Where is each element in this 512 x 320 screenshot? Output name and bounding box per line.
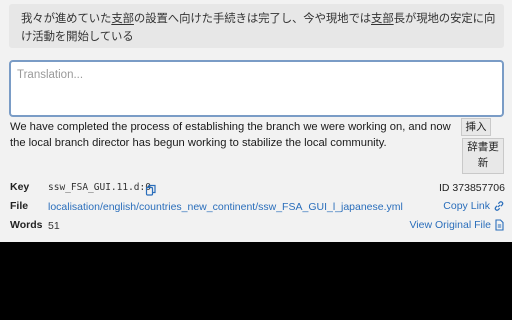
translation-input[interactable] [17, 66, 487, 84]
dictionary-update-button[interactable]: 辞書更新 [462, 138, 504, 174]
word-count: 51 [48, 220, 60, 232]
empty-backdrop [0, 242, 512, 320]
words-label: Words [10, 219, 43, 231]
glossary-term[interactable]: 支部 [371, 11, 394, 25]
insert-button[interactable]: 挿入 [461, 118, 491, 136]
key-label: Key [10, 181, 30, 193]
view-original-file-label[interactable]: View Original File [409, 219, 491, 231]
machine-translation-text: We have completed the process of establi… [10, 121, 451, 149]
glossary-term[interactable]: 支部 [111, 11, 134, 25]
source-text: 我々が進めていた支部の設置へ向けた手続きは完了し、今や現地では支部長が現地の安定… [21, 9, 505, 45]
source-segment: 我々が進めていた [21, 11, 112, 25]
key-value: ssw_FSA_GUI.11.d:0 [48, 182, 151, 193]
file-label: File [10, 200, 29, 212]
file-path-link[interactable]: localisation/english/countries_new_conti… [48, 201, 403, 213]
translation-panel: 我々が進めていた支部の設置へ向けた手続きは完了し、今や現地では支部長が現地の安定… [0, 0, 512, 242]
string-id: ID 373857706 [439, 182, 505, 194]
copy-link-label[interactable]: Copy Link [443, 200, 490, 212]
copy-link-button[interactable]: Copy Link [443, 200, 505, 212]
source-text-box: 我々が進めていた支部の設置へ向けた手続きは完了し、今や現地では支部長が現地の安定… [9, 4, 504, 48]
source-segment: の設置へ向けた手続きは完了し、今や現地では [133, 11, 372, 25]
file-icon [494, 219, 505, 231]
copy-icon[interactable] [145, 181, 157, 196]
link-icon [493, 200, 505, 212]
view-original-file-button[interactable]: View Original File [409, 219, 505, 231]
translation-input-box[interactable] [9, 60, 504, 117]
